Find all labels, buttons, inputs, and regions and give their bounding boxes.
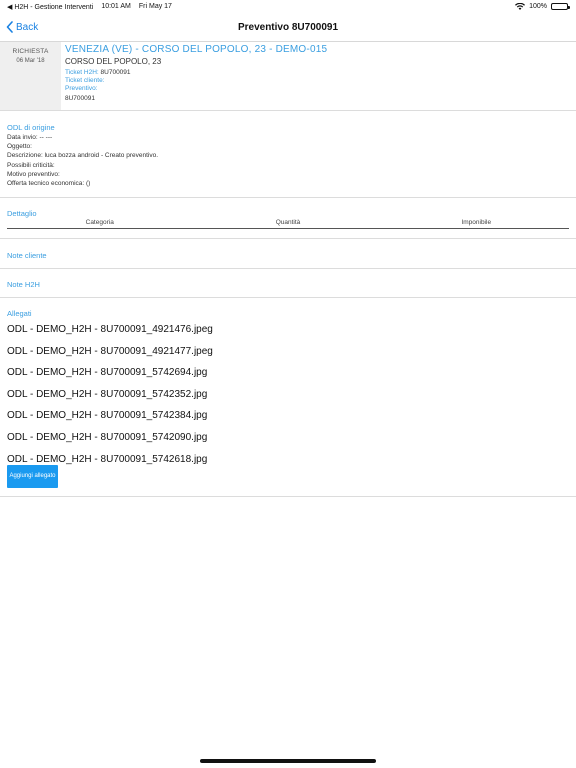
- battery-percent: 100%: [529, 3, 547, 10]
- battery-icon: [551, 3, 570, 10]
- page-title: Preventivo 8U700091: [237, 22, 339, 33]
- preventivo-value: 8U700091: [65, 95, 95, 102]
- note-cliente-title: Note cliente: [7, 251, 47, 260]
- note-h2h-section[interactable]: Note H2H: [0, 269, 576, 298]
- attachment-item[interactable]: ODL - DEMO_H2H - 8U700091_4921477.jpeg: [7, 341, 576, 363]
- navigation-bar: Back Preventivo 8U700091: [0, 14, 576, 42]
- preventivo-value-row: 8U700091: [65, 95, 327, 103]
- back-to-app-link[interactable]: ◀ H2H - Gestione Interventi: [7, 3, 93, 11]
- dettaglio-table: Categoria Quantità Imponibile: [7, 219, 569, 229]
- ticket-h2h-label: Ticket H2H:: [65, 69, 99, 76]
- request-address: CORSO DEL POPOLO, 23: [65, 57, 162, 66]
- ticket-cliente-label: Ticket cliente:: [65, 77, 105, 84]
- request-date-box: RICHIESTA 06 Mar '18: [0, 42, 61, 110]
- attachment-item[interactable]: ODL - DEMO_H2H - 8U700091_5742352.jpg: [7, 384, 576, 406]
- ticket-h2h-row: Ticket H2H: 8U700091: [65, 69, 327, 77]
- attachment-list: ODL - DEMO_H2H - 8U700091_4921476.jpeg O…: [0, 319, 576, 470]
- preventivo-label: Preventivo:: [65, 85, 98, 92]
- note-h2h-title: Note H2H: [7, 280, 40, 289]
- wifi-icon: [515, 2, 526, 10]
- allegati-title: Allegati: [7, 309, 32, 318]
- column-header-quantita: Quantità: [192, 219, 384, 229]
- ticket-cliente-row: Ticket cliente:: [65, 77, 327, 85]
- odl-data-invio: Data invio: -- ---: [7, 134, 53, 141]
- allegati-section: Allegati ODL - DEMO_H2H - 8U700091_49214…: [0, 298, 576, 497]
- request-title: VENEZIA (VE) - CORSO DEL POPOLO, 23 - DE…: [65, 44, 328, 55]
- request-info: VENEZIA (VE) - CORSO DEL POPOLO, 23 - DE…: [65, 44, 327, 103]
- attachment-item[interactable]: ODL - DEMO_H2H - 8U700091_4921476.jpeg: [7, 319, 576, 341]
- odl-title: ODL di origine: [7, 123, 55, 132]
- odl-criticita: Possibili criticità:: [7, 161, 55, 169]
- dettaglio-section: Dettaglio Categoria Quantità Imponibile: [0, 198, 576, 239]
- attachment-item[interactable]: ODL - DEMO_H2H - 8U700091_5742618.jpg: [7, 449, 576, 471]
- status-bar: ◀ H2H - Gestione Interventi 10:01 AM Fri…: [0, 0, 576, 14]
- ticket-h2h-value: 8U700091: [100, 69, 131, 76]
- status-time: 10:01 AM: [101, 3, 131, 10]
- attachment-item[interactable]: ODL - DEMO_H2H - 8U700091_5742384.jpg: [7, 405, 576, 427]
- preventivo-row: Preventivo:: [65, 85, 327, 93]
- attachment-item[interactable]: ODL - DEMO_H2H - 8U700091_5742090.jpg: [7, 427, 576, 449]
- add-attachment-button[interactable]: Aggiungi allegato: [7, 465, 58, 488]
- odl-section: ODL di origine Data invio: -- --- Oggett…: [0, 111, 576, 198]
- note-cliente-section[interactable]: Note cliente: [0, 239, 576, 269]
- attachment-item[interactable]: ODL - DEMO_H2H - 8U700091_5742694.jpg: [7, 362, 576, 384]
- odl-motivo: Motivo preventivo:: [7, 170, 60, 178]
- column-header-imponibile: Imponibile: [383, 219, 569, 229]
- request-date: 06 Mar '18: [16, 58, 45, 64]
- request-header: RICHIESTA 06 Mar '18 VENEZIA (VE) - CORS…: [0, 42, 576, 111]
- status-date: Fri May 17: [138, 3, 172, 10]
- home-indicator[interactable]: [200, 759, 376, 763]
- odl-oggetto: Oggetto:: [7, 143, 32, 151]
- dettaglio-title: Dettaglio: [7, 209, 37, 218]
- odl-offerta: Offerta tecnico economica: (): [7, 180, 91, 188]
- column-header-categoria: Categoria: [7, 219, 193, 229]
- request-label: RICHIESTA: [12, 48, 49, 55]
- odl-descrizione: Descrizione: luca bozza android - Creato…: [7, 152, 159, 160]
